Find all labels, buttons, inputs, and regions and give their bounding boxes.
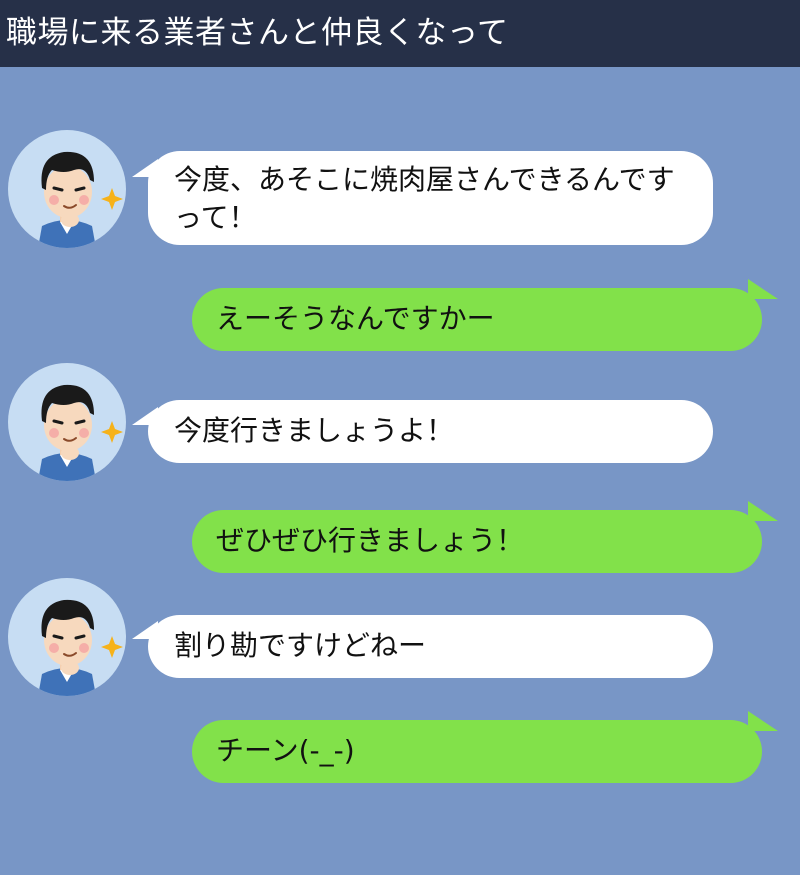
chat-area[interactable]: 今度、あそこに焼肉屋さんできるんですって！ えーそうなんですかー 今度行きましょ… [0,67,800,875]
chat-title: 職場に来る業者さんと仲良くなって [6,15,509,51]
message-bubble-incoming[interactable]: 今度、あそこに焼肉屋さんできるんですって！ [148,151,713,245]
message-text: ぜひぜひ行きましょう！ [216,524,525,557]
message-bubble-outgoing[interactable]: チーン(-_-) [192,720,762,783]
sparkle-icon [101,636,123,658]
smug-man-avatar-icon [38,599,123,696]
message-bubble-outgoing[interactable]: ぜひぜひ行きましょう！ [192,510,762,573]
smug-man-avatar-icon [38,384,123,481]
sender-avatar[interactable] [8,578,126,696]
sparkle-icon [101,421,123,443]
chat-header: 職場に来る業者さんと仲良くなって [0,0,800,67]
sender-avatar[interactable] [8,363,126,481]
message-bubble-outgoing[interactable]: えーそうなんですかー [192,288,762,351]
sparkle-icon [101,188,123,210]
sender-avatar[interactable] [8,130,126,248]
message-bubble-incoming[interactable]: 今度行きましょうよ！ [148,400,713,463]
message-bubble-incoming[interactable]: 割り勘ですけどねー [148,615,713,678]
message-text: 今度行きましょうよ！ [174,414,455,447]
message-text: 割り勘ですけどねー [174,629,427,662]
message-text: 今度、あそこに焼肉屋さんできるんですって！ [174,163,675,234]
message-text: チーン(-_-) [216,734,355,767]
smug-man-avatar-icon [38,151,123,248]
message-text: えーそうなんですかー [216,302,495,335]
